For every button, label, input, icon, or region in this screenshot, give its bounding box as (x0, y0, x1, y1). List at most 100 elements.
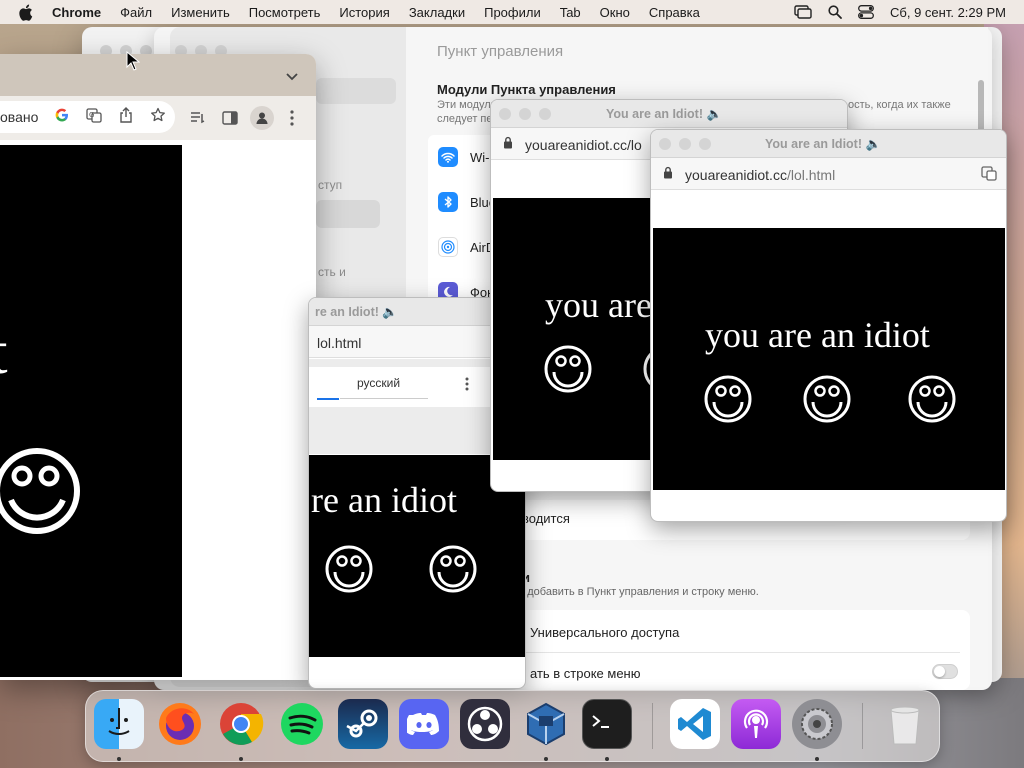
chrome-icon[interactable] (216, 699, 266, 749)
firefox-icon[interactable] (155, 699, 205, 749)
popup-title: You are an Idiot! 🔈 (765, 137, 882, 151)
system-settings-icon[interactable] (792, 699, 842, 749)
virtualbox-icon[interactable] (521, 699, 571, 749)
translate-icon[interactable]: G (86, 108, 102, 128)
menu-help[interactable]: Справка (649, 5, 700, 20)
lock-icon[interactable] (663, 166, 675, 180)
search-icon[interactable] (828, 5, 842, 19)
menu-view[interactable]: Посмотреть (249, 5, 321, 20)
module-label: Wi- (470, 149, 490, 165)
profile-avatar-icon[interactable] (250, 106, 274, 130)
module-bluetooth[interactable]: Blue (438, 192, 496, 212)
menu-file[interactable]: Файл (120, 5, 152, 20)
show-in-menu-bar-toggle[interactable] (932, 664, 958, 679)
translate-icon[interactable] (981, 166, 997, 186)
chrome-window-left: овано G iot (0, 54, 316, 680)
reading-list-icon[interactable] (190, 111, 206, 130)
minimize-button[interactable] (679, 138, 691, 150)
sidebar-item-label[interactable]: ступ (318, 178, 342, 192)
sidebar-search-field[interactable] (316, 78, 396, 104)
side-panel-icon[interactable] (222, 111, 238, 130)
control-center-icon[interactable] (858, 5, 874, 19)
chrome-toolbar: овано G (0, 96, 316, 140)
menu-edit[interactable]: Изменить (171, 5, 230, 20)
smiley-face-icon (325, 545, 373, 598)
translate-bubble-header (309, 367, 519, 407)
settings-row-show-in-menu: ать в строке меню (530, 666, 641, 681)
section-title: Модули Пункта управления (437, 82, 616, 97)
chevron-down-icon[interactable] (286, 68, 298, 86)
dock-running-indicator (605, 757, 609, 761)
zoom-button[interactable] (699, 138, 711, 150)
vscode-icon[interactable] (670, 699, 720, 749)
dock-running-indicator (239, 757, 243, 761)
idiot-popup-front: You are an Idiot! 🔈 youareanidiot.cc/lol… (650, 129, 1007, 522)
screen-mirroring-icon[interactable] (794, 5, 812, 19)
idiot-page-text: you are (545, 285, 652, 325)
menu-tab[interactable]: Tab (560, 5, 581, 20)
toggle-knob (934, 666, 945, 677)
bookmark-star-icon[interactable] (150, 107, 166, 128)
minimize-button[interactable] (519, 108, 531, 120)
popup-address-bar: youareanidiot.cc/lol.html (651, 158, 1006, 190)
settings-row-label: водится (522, 511, 570, 526)
idiot-page-text: you are an idiot (705, 315, 930, 355)
translate-tab-russian[interactable]: русский (357, 376, 400, 390)
smiley-face-icon (908, 375, 956, 428)
chrome-page-content: iot (0, 140, 316, 680)
sidebar-item-selected[interactable] (316, 200, 380, 228)
mouse-cursor-icon (126, 50, 141, 76)
translate-tab-indicator (317, 398, 339, 400)
omnibox[interactable]: овано G (0, 101, 175, 133)
settings-section-description: но добавить в Пункт управления и строку … (512, 586, 759, 598)
google-icon[interactable] (55, 108, 69, 127)
popup-url[interactable]: youareanidiot.cc/lo (525, 137, 642, 153)
discord-icon[interactable] (399, 699, 449, 749)
obs-icon[interactable] (460, 699, 510, 749)
chrome-tab-strip (0, 54, 316, 96)
apple-icon[interactable] (18, 4, 34, 21)
more-menu-icon[interactable] (290, 110, 294, 131)
menu-bookmarks[interactable]: Закладки (409, 5, 465, 20)
smiley-face-icon (0, 442, 85, 545)
menu-window[interactable]: Окно (600, 5, 630, 20)
close-button[interactable] (659, 138, 671, 150)
finder-icon[interactable] (94, 699, 144, 749)
popup-titlebar: You are an Idiot! 🔈 (491, 100, 847, 128)
popup-url-domain: youareanidiot.cc (685, 167, 787, 183)
zoom-button[interactable] (539, 108, 551, 120)
podcasts-icon[interactable] (731, 699, 781, 749)
steam-icon[interactable] (338, 699, 388, 749)
smiley-face-icon (704, 375, 752, 428)
dock-running-indicator (544, 757, 548, 761)
airdrop-icon (438, 237, 458, 257)
terminal-icon[interactable] (582, 699, 632, 749)
share-icon[interactable] (119, 107, 133, 128)
dock-running-indicator (117, 757, 121, 761)
section-description-right: ость, когда их также (848, 99, 951, 111)
popup-titlebar: You are an Idiot! 🔈 (651, 130, 1006, 158)
window-controls (499, 108, 551, 120)
trash-icon[interactable] (880, 699, 930, 749)
popup-title: You are an Idiot! 🔈 (606, 107, 723, 121)
menu-history[interactable]: История (339, 5, 389, 20)
bluetooth-icon (438, 192, 458, 212)
popup-url[interactable]: lol.html (317, 335, 361, 351)
lock-icon[interactable] (503, 136, 515, 150)
idiot-page-canvas: iot (0, 145, 182, 677)
popup-url[interactable]: youareanidiot.cc/lol.html (685, 167, 835, 183)
menu-profiles[interactable]: Профили (484, 5, 541, 20)
sidebar-item-label[interactable]: сть и (318, 265, 346, 279)
dock-separator (862, 703, 863, 749)
module-airdrop[interactable]: AirD (438, 237, 495, 257)
more-options-icon[interactable] (465, 377, 469, 396)
settings-row-accessibility[interactable]: Универсального доступа (530, 625, 679, 640)
module-wifi[interactable]: Wi- (438, 147, 490, 167)
smiley-face-icon (803, 375, 851, 428)
dock-running-indicator (815, 757, 819, 761)
menu-bar-clock[interactable]: Сб, 9 сент. 2:29 PM (890, 5, 1006, 20)
close-button[interactable] (499, 108, 511, 120)
dock-separator (652, 703, 653, 749)
spotify-icon[interactable] (277, 699, 327, 749)
menu-app-name[interactable]: Chrome (52, 5, 101, 20)
